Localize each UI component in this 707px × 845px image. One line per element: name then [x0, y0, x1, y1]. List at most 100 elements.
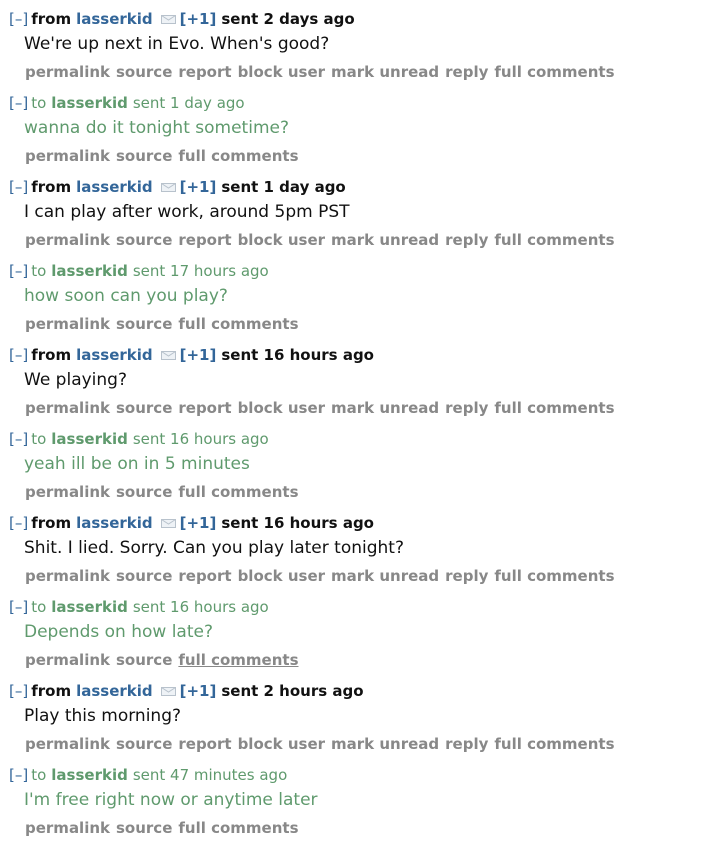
permalink-link[interactable]: permalink	[25, 315, 110, 333]
source-link[interactable]: source	[116, 651, 172, 669]
message-body: Depends on how late?	[24, 622, 213, 642]
direction-label: to	[31, 598, 47, 616]
full-comments-link[interactable]: full comments	[494, 735, 614, 753]
username-link[interactable]: lasserkid	[51, 262, 128, 280]
mail-envelope-icon[interactable]	[160, 10, 176, 24]
karma-link[interactable]: [+1]	[180, 346, 217, 364]
permalink-link[interactable]: permalink	[25, 147, 110, 165]
permalink-link[interactable]: permalink	[25, 63, 110, 81]
report-link[interactable]: report	[178, 567, 231, 585]
source-link[interactable]: source	[116, 63, 172, 81]
permalink-link[interactable]: permalink	[25, 735, 110, 753]
full-comments-link[interactable]: full comments	[494, 231, 614, 249]
collapse-toggle[interactable]: [–]	[9, 682, 28, 700]
source-link[interactable]: source	[116, 231, 172, 249]
full-comments-link[interactable]: full comments	[178, 147, 298, 165]
reply-link[interactable]: reply	[445, 231, 488, 249]
report-link[interactable]: report	[178, 735, 231, 753]
block-user-link[interactable]: block user	[238, 567, 325, 585]
source-link[interactable]: source	[116, 399, 172, 417]
username-link[interactable]: lasserkid	[76, 10, 153, 28]
full-comments-link[interactable]: full comments	[178, 315, 298, 333]
collapse-toggle[interactable]: [–]	[9, 10, 28, 28]
username-link[interactable]: lasserkid	[51, 766, 128, 784]
block-user-link[interactable]: block user	[238, 231, 325, 249]
report-link[interactable]: report	[178, 399, 231, 417]
mark-unread-link[interactable]: mark unread	[331, 399, 439, 417]
block-user-link[interactable]: block user	[238, 735, 325, 753]
username-link[interactable]: lasserkid	[76, 346, 153, 364]
direction-label: to	[31, 766, 47, 784]
collapse-toggle[interactable]: [–]	[9, 598, 28, 616]
message-actions: permalink source report block user mark unre…	[25, 735, 621, 753]
message-actions: permalink source full comments	[25, 147, 305, 165]
source-link[interactable]: source	[116, 735, 172, 753]
collapse-toggle[interactable]: [–]	[9, 766, 28, 784]
permalink-link[interactable]: permalink	[25, 819, 110, 837]
source-link[interactable]: source	[116, 315, 172, 333]
sent-time: sent 17 hours ago	[132, 262, 269, 280]
karma-link[interactable]: [+1]	[180, 682, 217, 700]
sent-time: sent 2 days ago	[221, 10, 355, 28]
mark-unread-link[interactable]: mark unread	[331, 231, 439, 249]
username-link[interactable]: lasserkid	[51, 94, 128, 112]
permalink-link[interactable]: permalink	[25, 483, 110, 501]
full-comments-link[interactable]: full comments	[178, 483, 298, 501]
collapse-toggle[interactable]: [–]	[9, 178, 28, 196]
reply-link[interactable]: reply	[445, 567, 488, 585]
username-link[interactable]: lasserkid	[76, 178, 153, 196]
sent-time: sent 47 minutes ago	[132, 766, 288, 784]
mail-envelope-icon[interactable]	[160, 178, 176, 192]
message-actions: permalink source full comments	[25, 651, 305, 669]
mail-envelope-icon[interactable]	[160, 346, 176, 360]
source-link[interactable]: source	[116, 567, 172, 585]
karma-link[interactable]: [+1]	[180, 514, 217, 532]
permalink-link[interactable]: permalink	[25, 651, 110, 669]
karma-link[interactable]: [+1]	[180, 10, 217, 28]
message-received: [–] from lasserkid [+1] sent 16 hours ago Shi…	[0, 504, 707, 588]
sent-time: sent 1 day ago	[132, 94, 245, 112]
mail-envelope-icon[interactable]	[160, 682, 176, 696]
username-link[interactable]: lasserkid	[76, 682, 153, 700]
source-link[interactable]: source	[116, 483, 172, 501]
sent-time: sent 2 hours ago	[221, 682, 364, 700]
permalink-link[interactable]: permalink	[25, 567, 110, 585]
reply-link[interactable]: reply	[445, 399, 488, 417]
sent-time: sent 16 hours ago	[132, 430, 269, 448]
karma-link[interactable]: [+1]	[180, 178, 217, 196]
mail-envelope-icon[interactable]	[160, 514, 176, 528]
message-received: [–] from lasserkid [+1] sent 2 hours ago Play…	[0, 672, 707, 756]
block-user-link[interactable]: block user	[238, 63, 325, 81]
username-link[interactable]: lasserkid	[51, 430, 128, 448]
reply-link[interactable]: reply	[445, 63, 488, 81]
report-link[interactable]: report	[178, 231, 231, 249]
report-link[interactable]: report	[178, 63, 231, 81]
full-comments-link[interactable]: full comments	[178, 651, 298, 669]
collapse-toggle[interactable]: [–]	[9, 346, 28, 364]
username-link[interactable]: lasserkid	[76, 514, 153, 532]
message-received: [–] from lasserkid [+1] sent 1 day ago I can …	[0, 168, 707, 252]
source-link[interactable]: source	[116, 147, 172, 165]
message-actions: permalink source report block user mark unre…	[25, 399, 621, 417]
block-user-link[interactable]: block user	[238, 399, 325, 417]
collapse-toggle[interactable]: [–]	[9, 94, 28, 112]
source-link[interactable]: source	[116, 819, 172, 837]
permalink-link[interactable]: permalink	[25, 231, 110, 249]
mark-unread-link[interactable]: mark unread	[331, 63, 439, 81]
message-sent: [–] to lasserkid sent 1 day ago wanna do it …	[0, 84, 707, 168]
username-link[interactable]: lasserkid	[51, 598, 128, 616]
full-comments-link[interactable]: full comments	[494, 399, 614, 417]
collapse-toggle[interactable]: [–]	[9, 262, 28, 280]
collapse-toggle[interactable]: [–]	[9, 430, 28, 448]
message-body: We're up next in Evo. When's good?	[24, 34, 330, 54]
message-header: [–] to lasserkid sent 16 hours ago	[9, 430, 269, 448]
collapse-toggle[interactable]: [–]	[9, 514, 28, 532]
mark-unread-link[interactable]: mark unread	[331, 567, 439, 585]
message-body: how soon can you play?	[24, 286, 228, 306]
full-comments-link[interactable]: full comments	[494, 567, 614, 585]
full-comments-link[interactable]: full comments	[494, 63, 614, 81]
mark-unread-link[interactable]: mark unread	[331, 735, 439, 753]
full-comments-link[interactable]: full comments	[178, 819, 298, 837]
permalink-link[interactable]: permalink	[25, 399, 110, 417]
reply-link[interactable]: reply	[445, 735, 488, 753]
